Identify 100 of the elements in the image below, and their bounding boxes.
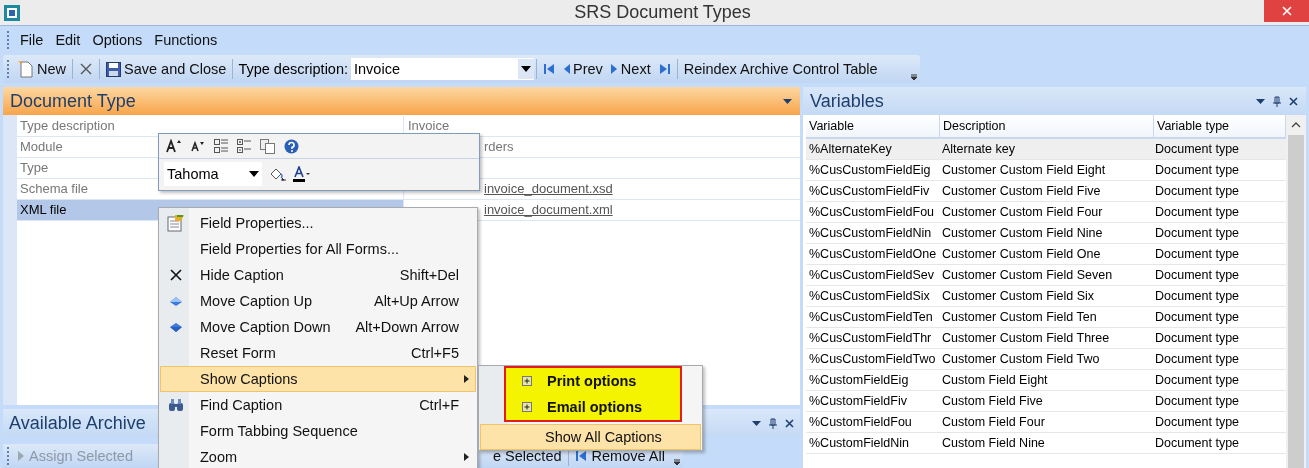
x-icon bbox=[79, 62, 93, 76]
dropdown-icon[interactable] bbox=[752, 420, 761, 426]
table-cell-text: Document type bbox=[1154, 225, 1241, 242]
menu-item[interactable]: File bbox=[14, 29, 50, 50]
right-triangle-icon bbox=[18, 451, 24, 461]
table-row[interactable]: %CusCustomFieldNin Customer Custom Field Nine Document type bbox=[806, 223, 1286, 244]
menu-item[interactable]: Print options bbox=[506, 368, 680, 394]
toolbar-overflow-button[interactable] bbox=[908, 73, 920, 83]
list-icon[interactable] bbox=[237, 139, 251, 153]
prev-button[interactable]: Prev bbox=[559, 59, 607, 79]
table-cell-text: Custom Field Four bbox=[941, 414, 1046, 431]
next-button[interactable]: Next bbox=[606, 59, 655, 79]
table-cell-text: %CusCustomFieldThr bbox=[808, 330, 933, 347]
panel-title: Document Type bbox=[10, 90, 136, 112]
down-arrow-icon bbox=[170, 322, 182, 332]
table-row[interactable]: %CustomFieldFiv Custom Field Five Document type bbox=[806, 391, 1286, 412]
list-icon[interactable] bbox=[214, 139, 228, 153]
menu-item[interactable]: Edit bbox=[49, 29, 87, 50]
menu-item[interactable]: Find Caption Ctrl+F bbox=[160, 392, 476, 418]
table-cell-text: Document type bbox=[1154, 267, 1241, 284]
app-logo-icon bbox=[3, 3, 21, 22]
table-cell-text: Document type bbox=[1154, 435, 1241, 452]
menu-item[interactable]: Show All Captions bbox=[480, 424, 701, 450]
close-icon[interactable] bbox=[1289, 96, 1298, 106]
menu-item[interactable]: Field Properties for All Forms... bbox=[160, 236, 476, 262]
scrollbar[interactable] bbox=[1286, 115, 1306, 468]
up-arrow-icon bbox=[170, 296, 182, 306]
font-dropdown[interactable]: Tahoma bbox=[164, 162, 262, 186]
menu-item[interactable]: Form Tabbing Sequence bbox=[160, 418, 476, 444]
column-header[interactable]: Variable bbox=[806, 115, 940, 137]
table-cell-text: %CusCustomFieldTwo bbox=[808, 351, 937, 368]
menu-item[interactable]: Reset Form Ctrl+F5 bbox=[160, 340, 476, 366]
table-cell-text: Document type bbox=[1154, 204, 1241, 221]
table-row[interactable]: %CusCustomFieldEig Customer Custom Field Eight Document type bbox=[806, 160, 1286, 181]
form-icon bbox=[167, 214, 185, 232]
field-label: Module bbox=[20, 139, 63, 154]
table-cell-text: %CustomFieldFiv bbox=[808, 393, 908, 410]
table-cell-text: Customer Custom Field Six bbox=[941, 288, 1096, 305]
toolbar-button[interactable]: Remove All bbox=[570, 448, 669, 464]
table-row[interactable]: %CusCustomFieldTwo Customer Custom Field Two Document type bbox=[806, 349, 1286, 370]
copy-icon[interactable] bbox=[260, 138, 275, 154]
grow-font-icon[interactable] bbox=[166, 139, 182, 153]
table-cell-text: %CusCustomFieldFiv bbox=[808, 183, 931, 200]
table-cell-text: Customer Custom Field Four bbox=[941, 204, 1104, 221]
shrink-font-icon[interactable] bbox=[191, 140, 205, 152]
menu-item[interactable]: Email options bbox=[506, 394, 680, 420]
file-link[interactable]: invoice_document.xml bbox=[484, 202, 613, 217]
file-link[interactable]: invoice_document.xsd bbox=[484, 181, 613, 196]
table-row[interactable]: %AlternateKey Alternate key Document type bbox=[806, 139, 1286, 160]
table-row[interactable]: %CusCustomFieldFou Customer Custom Field Four Document type bbox=[806, 202, 1286, 223]
field-label: Type description bbox=[20, 118, 115, 133]
table-cell-text: %CusCustomFieldFou bbox=[808, 204, 936, 221]
plus-icon bbox=[522, 402, 532, 412]
menu-item[interactable]: Move Caption Down Alt+Down Arrow bbox=[160, 314, 476, 340]
fill-color-icon[interactable] bbox=[268, 167, 286, 181]
font-color-icon[interactable] bbox=[292, 166, 310, 182]
table-cell-text: Document type bbox=[1154, 288, 1241, 305]
table-row[interactable]: %CustomFieldFou Custom Field Four Document type bbox=[806, 412, 1286, 433]
menu-item[interactable]: Show Captions bbox=[160, 366, 476, 392]
table-cell-text: Document type bbox=[1154, 141, 1241, 158]
table-cell-text: Document type bbox=[1154, 414, 1241, 431]
table-row[interactable]: %CusCustomFieldTen Customer Custom Field Ten Document type bbox=[806, 307, 1286, 328]
toolbar-button[interactable]: e Selected bbox=[489, 448, 566, 464]
table-row[interactable]: %CustomFieldNin Custom Field Nine Document type bbox=[806, 433, 1286, 454]
menu-item[interactable]: Functions bbox=[148, 29, 224, 50]
reindex-button[interactable]: Reindex Archive Control Table bbox=[679, 59, 882, 79]
menu-item[interactable]: Move Caption Up Alt+Up Arrow bbox=[160, 288, 476, 314]
dropdown-icon[interactable] bbox=[1256, 98, 1265, 104]
table-cell-text: Customer Custom Field Eight bbox=[941, 162, 1107, 179]
table-row[interactable]: %CustomFieldEig Custom Field Eight Document type bbox=[806, 370, 1286, 391]
menu-item[interactable]: Options bbox=[86, 29, 149, 50]
scrollbar-thumb[interactable] bbox=[1288, 134, 1304, 468]
dropdown-icon[interactable] bbox=[783, 98, 792, 104]
table-cell-text: %CusCustomFieldTen bbox=[808, 309, 934, 326]
table-cell-text: Document type bbox=[1154, 330, 1241, 347]
column-header[interactable]: Description bbox=[940, 115, 1154, 137]
field-label: Type bbox=[20, 160, 49, 175]
menu-item[interactable]: Hide Caption Shift+Del bbox=[160, 262, 476, 288]
field-label: Schema file bbox=[20, 181, 88, 196]
table-row[interactable]: %CusCustomFieldOne Customer Custom Field One Document type bbox=[806, 244, 1286, 265]
x-icon bbox=[169, 268, 183, 282]
table-row[interactable]: %CusCustomFieldSix Customer Custom Field Six Document type bbox=[806, 286, 1286, 307]
window-title: SRS Document Types bbox=[573, 2, 752, 23]
field-value: rders bbox=[484, 139, 514, 154]
table-cell-text: %CustomFieldFou bbox=[808, 414, 913, 431]
table-row[interactable]: %CusCustomFieldSev Customer Custom Field Seven Document type bbox=[806, 265, 1286, 286]
type-description-dropdown[interactable]: Invoice bbox=[351, 58, 534, 80]
table-cell-text: Document type bbox=[1154, 309, 1241, 326]
menu-item[interactable]: Zoom bbox=[160, 444, 476, 468]
close-icon[interactable] bbox=[785, 418, 794, 428]
new-button[interactable]: New bbox=[14, 58, 70, 80]
table-row[interactable]: %CusCustomFieldFiv Customer Custom Field Five Document type bbox=[806, 181, 1286, 202]
caret-icon bbox=[249, 171, 259, 177]
scroll-up-icon[interactable] bbox=[1291, 121, 1301, 128]
pin-icon[interactable] bbox=[1273, 95, 1281, 107]
toolbar-overflow-button[interactable] bbox=[671, 458, 683, 468]
pin-icon[interactable] bbox=[769, 417, 777, 429]
table-row[interactable]: %CusCustomFieldThr Customer Custom Field Three Document type bbox=[806, 328, 1286, 349]
help-icon[interactable] bbox=[284, 138, 299, 154]
save-close-button[interactable]: Save and Close bbox=[102, 59, 231, 79]
